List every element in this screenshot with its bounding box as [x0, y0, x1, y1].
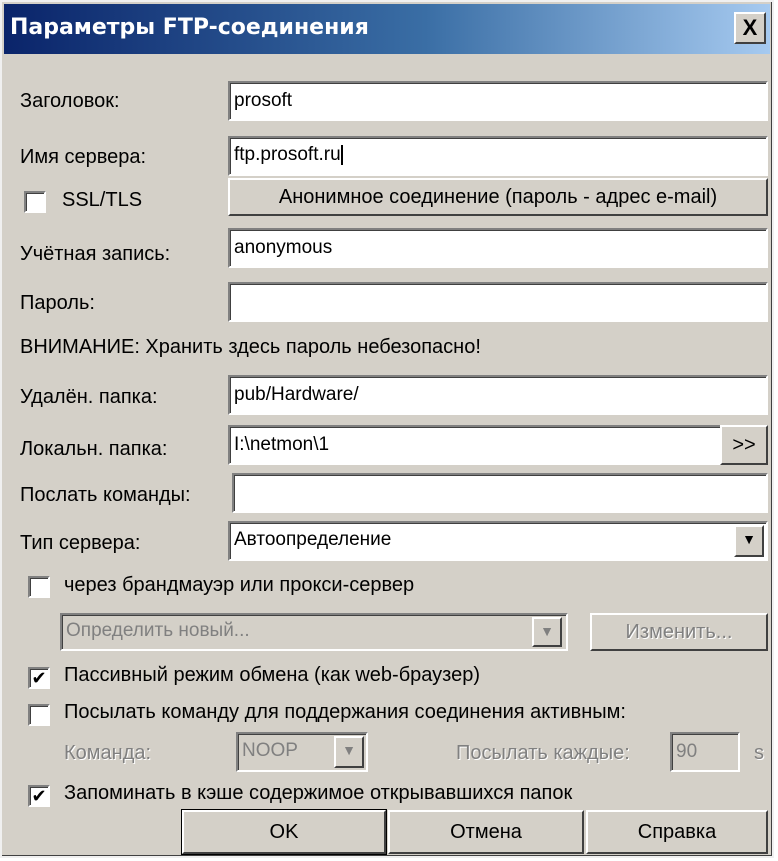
- change-button[interactable]: Изменить...: [590, 613, 768, 651]
- chevron-down-icon[interactable]: ▼: [532, 617, 562, 647]
- local-folder-label: Локальн. папка:: [20, 438, 168, 460]
- server-type-value: Автоопределение: [234, 529, 392, 550]
- every-label: Посылать каждые:: [456, 742, 630, 764]
- firewall-checkbox[interactable]: [28, 576, 50, 598]
- chevron-down-icon[interactable]: ▼: [734, 525, 764, 557]
- firewall-select-value: Определить новый...: [66, 620, 250, 641]
- cancel-button[interactable]: Отмена: [388, 810, 584, 854]
- cache-checkbox[interactable]: ✔: [28, 785, 50, 807]
- cache-label: Запоминать в кэше содержимое открывавших…: [64, 782, 573, 804]
- every-input[interactable]: [670, 732, 740, 772]
- passive-checkbox[interactable]: ✔: [28, 667, 50, 689]
- remote-folder-label: Удалён. папка:: [20, 386, 158, 408]
- password-warning: ВНИМАНИЕ: Хранить здесь пароль небезопас…: [20, 336, 481, 358]
- close-icon[interactable]: X: [734, 12, 766, 44]
- command-label: Команда:: [64, 742, 152, 764]
- passive-label: Пассивный режим обмена (как web-браузер): [64, 664, 481, 686]
- ftp-settings-dialog: Параметры FTP-соединения X Заголовок: Им…: [0, 0, 774, 858]
- password-input[interactable]: [228, 282, 768, 322]
- help-button[interactable]: Справка: [586, 810, 768, 854]
- server-value: ftp.prosoft.ru: [234, 144, 341, 165]
- title-input[interactable]: [228, 81, 768, 121]
- ssl-checkbox[interactable]: [24, 191, 46, 213]
- every-unit: s: [754, 742, 764, 764]
- title-label: Заголовок:: [20, 90, 120, 112]
- keepalive-label: Посылать команду для поддержания соедине…: [64, 701, 626, 723]
- account-input[interactable]: [228, 228, 768, 268]
- server-input[interactable]: ftp.prosoft.ru: [228, 136, 768, 176]
- firewall-label: через брандмауэр или прокси-сервер: [64, 574, 415, 596]
- password-label: Пароль:: [20, 292, 95, 314]
- check-icon: ✔: [31, 668, 47, 688]
- keepalive-checkbox[interactable]: [28, 704, 50, 726]
- local-folder-input[interactable]: [228, 425, 722, 465]
- ssl-label: SSL/TLS: [62, 189, 143, 211]
- anonymous-connection-button[interactable]: Анонимное соединение (пароль - адрес e-m…: [228, 178, 768, 216]
- server-type-select[interactable]: Автоопределение: [228, 521, 768, 561]
- server-label: Имя сервера:: [20, 146, 147, 168]
- window-title: Параметры FTP-соединения: [10, 15, 369, 40]
- chevron-down-icon[interactable]: ▼: [334, 736, 364, 768]
- firewall-select[interactable]: Определить новый...: [60, 613, 568, 651]
- browse-button[interactable]: >>: [720, 425, 768, 465]
- check-icon: ✔: [31, 786, 47, 806]
- server-type-label: Тип сервера:: [20, 532, 141, 554]
- account-label: Учётная запись:: [20, 243, 171, 265]
- ok-button[interactable]: OK: [181, 809, 387, 855]
- command-value: NOOP: [242, 740, 298, 761]
- commands-label: Послать команды:: [20, 484, 191, 506]
- remote-folder-input[interactable]: [228, 375, 768, 415]
- title-bar: Параметры FTP-соединения X: [4, 4, 770, 54]
- text-cursor: [340, 144, 343, 165]
- commands-input[interactable]: [232, 473, 768, 513]
